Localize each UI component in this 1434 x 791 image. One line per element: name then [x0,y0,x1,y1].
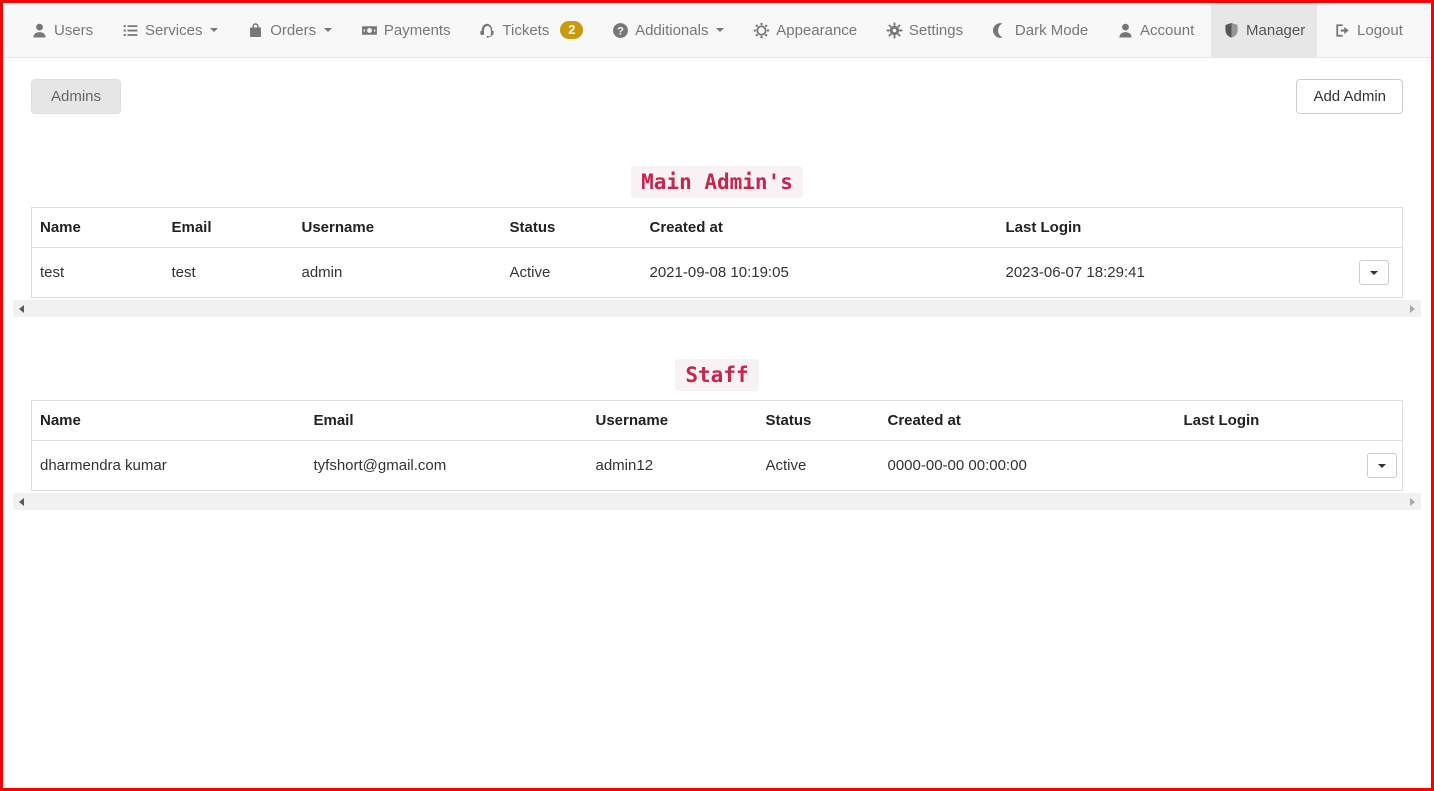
scroll-left-arrow-icon[interactable] [19,498,24,506]
headset-icon [479,22,496,39]
nav-item-users[interactable]: Users [19,3,105,57]
logout-icon [1334,22,1351,39]
col-header-actions [1350,208,1403,248]
scroll-right-arrow-icon[interactable] [1410,498,1415,506]
toolbar: Admins Add Admin [31,79,1403,114]
nav-label: Additionals [635,22,708,39]
col-header-created-at: Created at [880,401,1176,441]
cell-email: test [164,248,294,298]
staff-table: Name Email Username Status Created at La… [31,400,1403,491]
main-admins-heading: Main Admin's [631,166,803,198]
nav-label: Tickets [502,22,549,39]
svg-text:?: ? [617,25,624,37]
nav-label: Payments [384,22,451,39]
caret-down-icon [1370,271,1378,275]
nav-label: Logout [1357,22,1403,39]
nav-label: Users [54,22,93,39]
nav-label: Settings [909,22,963,39]
table-row: test test admin Active 2021-09-08 10:19:… [32,248,1403,298]
cell-name: dharmendra kumar [32,441,306,491]
main-admins-heading-wrap: Main Admin's [31,166,1403,198]
user-icon [31,22,48,39]
shield-icon [1223,22,1240,39]
col-header-username: Username [294,208,502,248]
tickets-count-badge: 2 [560,21,583,40]
cell-status: Active [502,248,642,298]
nav-item-orders[interactable]: Orders [235,3,344,57]
nav-item-logout[interactable]: Logout [1322,3,1415,57]
main-admins-table: Name Email Username Status Created at La… [31,207,1403,298]
nav-item-dark-mode[interactable]: Dark Mode [980,3,1100,57]
col-header-last-login: Last Login [998,208,1350,248]
staff-heading: Staff [675,359,758,391]
top-navbar: Users Services Orders Payments Tickets 2… [3,3,1431,58]
nav-item-settings[interactable]: Settings [874,3,975,57]
money-icon [361,22,378,39]
col-header-status: Status [758,401,880,441]
nav-label: Account [1140,22,1194,39]
cell-last-login: 2023-06-07 18:29:41 [998,248,1350,298]
caret-down-icon [1378,464,1386,468]
nav-label: Orders [270,22,316,39]
nav-label: Manager [1246,22,1305,39]
nav-item-manager[interactable]: Manager [1211,3,1317,57]
table-header-row: Name Email Username Status Created at La… [32,401,1403,441]
bag-icon [247,22,264,39]
scroll-left-arrow-icon[interactable] [19,305,24,313]
row-actions-dropdown-button[interactable] [1367,453,1397,478]
cell-created-at: 0000-00-00 00:00:00 [880,441,1176,491]
user-icon [1117,22,1134,39]
col-header-name: Name [32,401,306,441]
scroll-right-arrow-icon[interactable] [1410,305,1415,313]
nav-item-additionals[interactable]: ? Additionals [600,3,736,57]
main-content: Admins Add Admin Main Admin's Name Email… [3,79,1431,510]
col-header-name: Name [32,208,164,248]
cell-email: tyfshort@gmail.com [306,441,588,491]
caret-down-icon [324,28,332,32]
nav-item-payments[interactable]: Payments [349,3,463,57]
admins-button[interactable]: Admins [31,79,121,114]
nav-item-services[interactable]: Services [110,3,231,57]
row-actions-dropdown-button[interactable] [1359,260,1389,285]
nav-item-appearance[interactable]: Appearance [741,3,869,57]
caret-down-icon [716,28,724,32]
cell-actions [1359,441,1403,491]
cell-actions [1350,248,1403,298]
cell-name: test [32,248,164,298]
col-header-last-login: Last Login [1176,401,1359,441]
horizontal-scrollbar[interactable] [13,493,1421,510]
list-icon [122,22,139,39]
col-header-actions [1359,401,1403,441]
col-header-email: Email [164,208,294,248]
cell-last-login [1176,441,1359,491]
nav-item-tickets[interactable]: Tickets 2 [467,3,595,57]
col-header-email: Email [306,401,588,441]
add-admin-button[interactable]: Add Admin [1296,79,1403,114]
nav-label: Dark Mode [1015,22,1088,39]
col-header-username: Username [588,401,758,441]
nav-label: Services [145,22,203,39]
table-row: dharmendra kumar tyfshort@gmail.com admi… [32,441,1403,491]
horizontal-scrollbar[interactable] [13,300,1421,317]
col-header-created-at: Created at [642,208,998,248]
staff-heading-wrap: Staff [31,359,1403,391]
nav-label: Appearance [776,22,857,39]
appearance-gear-icon [753,22,770,39]
gear-icon [886,22,903,39]
table-header-row: Name Email Username Status Created at La… [32,208,1403,248]
cell-username: admin [294,248,502,298]
moon-icon [992,22,1009,39]
caret-down-icon [210,28,218,32]
col-header-status: Status [502,208,642,248]
cell-username: admin12 [588,441,758,491]
question-icon: ? [612,22,629,39]
nav-item-account[interactable]: Account [1105,3,1206,57]
cell-created-at: 2021-09-08 10:19:05 [642,248,998,298]
cell-status: Active [758,441,880,491]
